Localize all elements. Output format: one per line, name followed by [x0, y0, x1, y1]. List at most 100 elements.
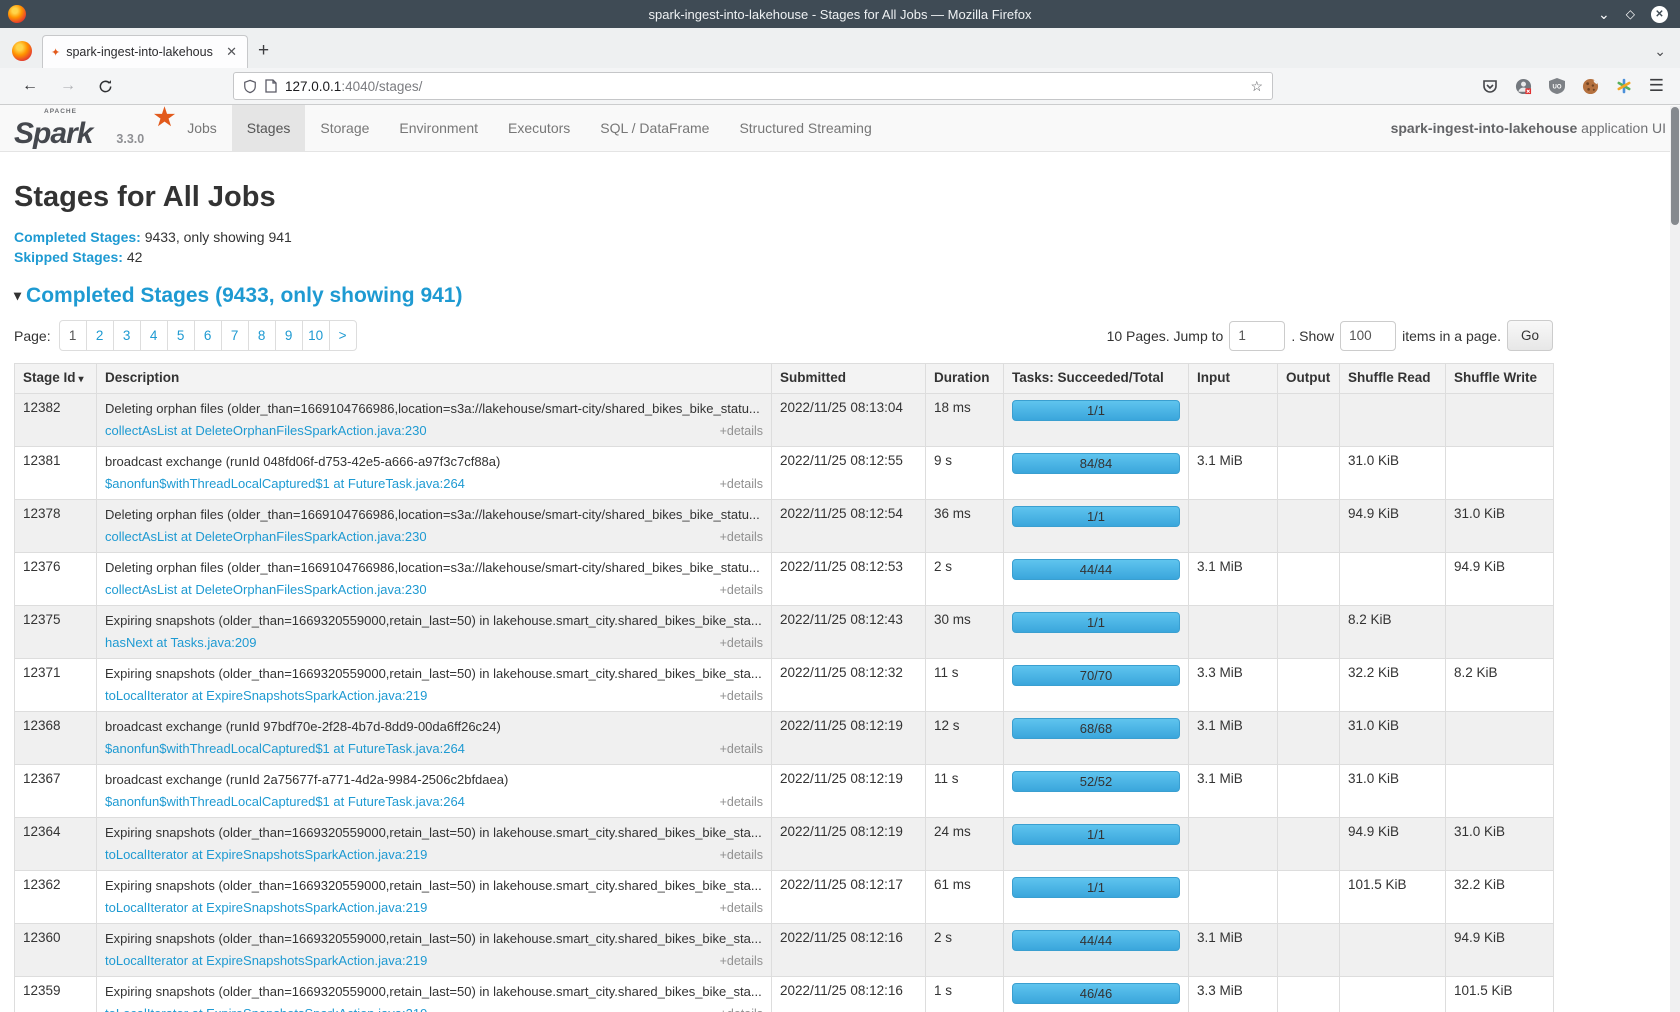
- spark-logo[interactable]: Spark APACHE ★ 3.3.0: [14, 105, 158, 151]
- address-bar[interactable]: 127.0.0.1:4040/stages/ ☆: [233, 72, 1273, 100]
- page-button-5[interactable]: 5: [167, 320, 195, 351]
- list-all-tabs-icon[interactable]: ⌄: [1654, 43, 1666, 60]
- stage-callsite-link[interactable]: collectAsList at DeleteOrphanFilesSparkA…: [105, 581, 427, 599]
- jump-to-page-input[interactable]: [1229, 321, 1285, 351]
- nav-item-executors[interactable]: Executors: [493, 105, 585, 151]
- duration-cell: 11 s: [926, 659, 1004, 712]
- forward-button[interactable]: →: [60, 77, 76, 95]
- column-header-tasks-succeeded-total[interactable]: Tasks: Succeeded/Total: [1004, 364, 1189, 394]
- column-header-duration[interactable]: Duration: [926, 364, 1004, 394]
- svg-text:UO: UO: [1552, 85, 1561, 91]
- tasks-cell: 52/52: [1004, 765, 1189, 818]
- stage-callsite-link[interactable]: hasNext at Tasks.java:209: [105, 634, 257, 652]
- tab-close-icon[interactable]: ✕: [224, 44, 239, 60]
- stage-id-cell: 12364: [15, 818, 97, 871]
- tasks-cell: 68/68: [1004, 712, 1189, 765]
- stage-callsite-link[interactable]: collectAsList at DeleteOrphanFilesSparkA…: [105, 422, 427, 440]
- reload-button[interactable]: [98, 79, 113, 94]
- scrollbar-thumb[interactable]: [1671, 107, 1679, 225]
- details-toggle[interactable]: +details: [720, 528, 763, 546]
- cookie-icon[interactable]: [1582, 78, 1599, 95]
- details-toggle[interactable]: +details: [720, 1005, 763, 1012]
- details-toggle[interactable]: +details: [720, 581, 763, 599]
- details-toggle[interactable]: +details: [720, 899, 763, 917]
- stage-callsite-link[interactable]: toLocalIterator at ExpireSnapshotsSparkA…: [105, 899, 427, 917]
- stage-callsite-link[interactable]: toLocalIterator at ExpireSnapshotsSparkA…: [105, 1005, 427, 1012]
- stage-callsite-link[interactable]: toLocalIterator at ExpireSnapshotsSparkA…: [105, 952, 427, 970]
- column-header-shuffle-write[interactable]: Shuffle Write: [1446, 364, 1554, 394]
- go-button[interactable]: Go: [1507, 320, 1553, 351]
- column-header-shuffle-read[interactable]: Shuffle Read: [1340, 364, 1446, 394]
- nav-item-environment[interactable]: Environment: [384, 105, 493, 151]
- browser-tab[interactable]: ✦ spark-ingest-into-lakehous ✕: [42, 35, 248, 68]
- close-button[interactable]: ✕: [1651, 6, 1668, 23]
- column-header-input[interactable]: Input: [1189, 364, 1278, 394]
- maximize-button[interactable]: ◇: [1626, 7, 1635, 21]
- nav-item-stages[interactable]: Stages: [232, 105, 306, 151]
- page-info-icon[interactable]: [265, 79, 277, 93]
- ublock-origin-icon[interactable]: UO: [1549, 78, 1565, 94]
- stage-id-cell: 12378: [15, 500, 97, 553]
- minimize-button[interactable]: ⌄: [1598, 7, 1610, 21]
- shuffle-read-cell: 31.0 KiB: [1340, 712, 1446, 765]
- completed-stages-link[interactable]: Completed Stages:: [14, 229, 141, 245]
- details-toggle[interactable]: +details: [720, 422, 763, 440]
- input-cell: 3.3 MiB: [1189, 659, 1278, 712]
- stage-callsite-link[interactable]: $anonfun$withThreadLocalCaptured$1 at Fu…: [105, 475, 465, 493]
- new-tab-button[interactable]: +: [258, 40, 269, 62]
- stage-description-cell: Deleting orphan files (older_than=166910…: [97, 500, 772, 553]
- page-button-7[interactable]: 7: [221, 320, 249, 351]
- languagetool-asterisk-icon[interactable]: [1616, 78, 1632, 94]
- skipped-stages-link[interactable]: Skipped Stages:: [14, 249, 123, 265]
- skipped-stages-summary: Skipped Stages: 42: [14, 247, 1680, 267]
- details-toggle[interactable]: +details: [720, 740, 763, 758]
- menu-hamburger-icon[interactable]: ☰: [1649, 76, 1664, 96]
- page-button-6[interactable]: 6: [194, 320, 222, 351]
- back-button[interactable]: ←: [22, 77, 38, 95]
- details-toggle[interactable]: +details: [720, 475, 763, 493]
- column-header-description[interactable]: Description: [97, 364, 772, 394]
- tracking-shield-icon[interactable]: [243, 79, 257, 94]
- pocket-icon[interactable]: [1482, 79, 1498, 94]
- page-button-10[interactable]: 10: [302, 320, 330, 351]
- page-scrollbar[interactable]: [1670, 106, 1680, 1012]
- stage-callsite-link[interactable]: $anonfun$withThreadLocalCaptured$1 at Fu…: [105, 793, 465, 811]
- details-toggle[interactable]: +details: [720, 793, 763, 811]
- page-button-9[interactable]: 9: [275, 320, 303, 351]
- submitted-cell: 2022/11/25 08:12:16: [772, 924, 926, 977]
- page-button-2[interactable]: 2: [86, 320, 114, 351]
- page-button-8[interactable]: 8: [248, 320, 276, 351]
- stage-callsite-link[interactable]: toLocalIterator at ExpireSnapshotsSparkA…: [105, 687, 427, 705]
- page-button-4[interactable]: 4: [140, 320, 168, 351]
- items-per-page-input[interactable]: [1340, 321, 1396, 351]
- stage-description-cell: Expiring snapshots (older_than=166932055…: [97, 871, 772, 924]
- stages-table-body: 12382Deleting orphan files (older_than=1…: [15, 394, 1554, 1012]
- completed-stages-section-header[interactable]: ▾Completed Stages (9433, only showing 94…: [14, 284, 1680, 308]
- nav-item-jobs[interactable]: Jobs: [172, 105, 232, 151]
- stage-id-cell: 12375: [15, 606, 97, 659]
- stage-callsite-link[interactable]: toLocalIterator at ExpireSnapshotsSparkA…: [105, 846, 427, 864]
- stage-callsite-link[interactable]: collectAsList at DeleteOrphanFilesSparkA…: [105, 528, 427, 546]
- stage-description-cell: Expiring snapshots (older_than=166932055…: [97, 659, 772, 712]
- details-toggle[interactable]: +details: [720, 846, 763, 864]
- nav-item-structured-streaming[interactable]: Structured Streaming: [724, 105, 886, 151]
- output-cell: [1278, 818, 1340, 871]
- nav-item-sql-dataframe[interactable]: SQL / DataFrame: [585, 105, 724, 151]
- page-button-1[interactable]: 1: [59, 320, 87, 351]
- details-toggle[interactable]: +details: [720, 952, 763, 970]
- shuffle-write-cell: [1446, 447, 1554, 500]
- details-toggle[interactable]: +details: [720, 634, 763, 652]
- stage-callsite-link[interactable]: $anonfun$withThreadLocalCaptured$1 at Fu…: [105, 740, 465, 758]
- column-header-output[interactable]: Output: [1278, 364, 1340, 394]
- details-toggle[interactable]: +details: [720, 687, 763, 705]
- input-cell: [1189, 394, 1278, 447]
- next-page-button[interactable]: >: [329, 320, 357, 351]
- nav-item-storage[interactable]: Storage: [305, 105, 384, 151]
- stage-description-text: broadcast exchange (runId 2a75677f-a771-…: [105, 771, 763, 789]
- page-button-3[interactable]: 3: [113, 320, 141, 351]
- column-header-stage-id[interactable]: Stage Id▾: [15, 364, 97, 394]
- extension-icon[interactable]: [1515, 78, 1532, 95]
- column-header-submitted[interactable]: Submitted: [772, 364, 926, 394]
- firefox-profile-icon[interactable]: [12, 41, 32, 61]
- bookmark-star-icon[interactable]: ☆: [1250, 78, 1263, 95]
